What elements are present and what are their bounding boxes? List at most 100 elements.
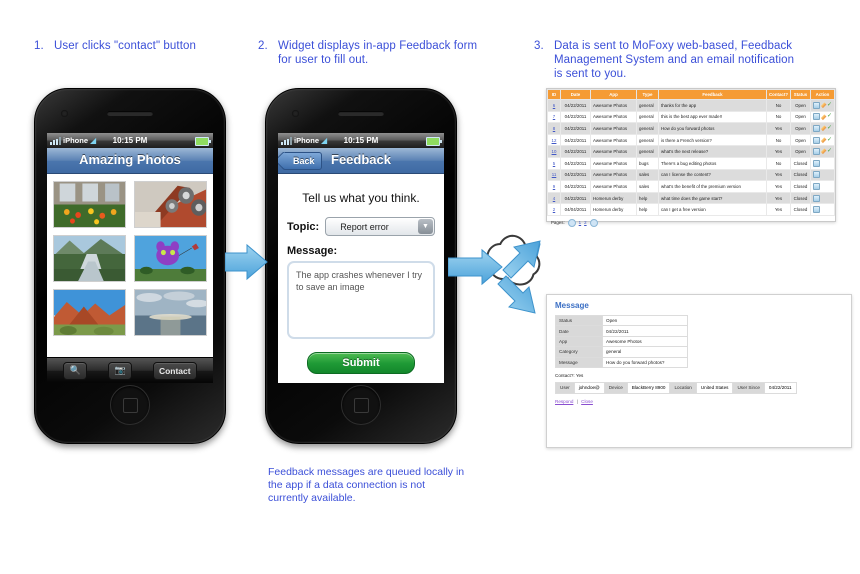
page-title: Amazing Photos (79, 152, 181, 167)
approve-icon[interactable]: ✓ (827, 102, 832, 108)
approve-icon[interactable]: ✓ (827, 137, 832, 143)
view-icon[interactable] (813, 171, 820, 179)
submit-button[interactable]: Submit (307, 352, 415, 374)
cell-id[interactable]: 5 (547, 156, 561, 170)
pagination-page-1[interactable]: 1 (579, 220, 581, 225)
cell-status: Closed (790, 168, 811, 182)
view-icon[interactable] (813, 124, 820, 132)
cell-date: 04/22/2011 (560, 122, 591, 135)
table-row[interactable]: 9 04/22/2011 Awesome Photos sales what's the… (547, 180, 835, 193)
approve-icon[interactable]: ✓ (827, 148, 832, 154)
view-icon[interactable] (813, 101, 820, 109)
cell-date: 04/22/2011 (560, 180, 591, 193)
cell-date: 04/22/2011 (560, 191, 591, 205)
cell-type: general (636, 110, 659, 124)
view-icon[interactable] (813, 113, 820, 121)
edit-icon[interactable] (820, 114, 826, 120)
table-row[interactable]: 6 04/22/2011 Awesome Photos general thanks f… (547, 99, 835, 112)
edit-icon[interactable] (820, 126, 826, 131)
feedback-table: ID Date App Type Feedback Contact? Statu… (547, 89, 835, 216)
photo-thumbnail[interactable] (53, 181, 126, 228)
photo-thumbnail[interactable] (53, 235, 126, 282)
topic-select[interactable]: Report error ▼ (325, 217, 435, 236)
cell-status: Closed (790, 180, 811, 193)
location-label: Location (670, 382, 697, 393)
user-info-strip: User johndoe@ Device BlackBerry 8900 Loc… (555, 381, 797, 394)
message-detail-panel: Message Status Open Date 04/22/2011 App Aweso… (546, 294, 852, 448)
pagination-prev[interactable] (567, 218, 576, 227)
phone-1: iPhone ◢ 10:15 PM Amazing Photos 🔍 📷 Con… (34, 88, 226, 444)
close-link[interactable]: Close (581, 399, 593, 404)
feedback-management-table-panel: ID Date App Type Feedback Contact? Statu… (546, 88, 836, 227)
approve-icon[interactable]: ✓ (827, 125, 832, 131)
cell-id[interactable]: 6 (547, 99, 561, 112)
respond-link[interactable]: Respond (555, 399, 573, 404)
cell-app: Awesome Photos (590, 145, 637, 158)
pagination-page-2[interactable]: 2 (584, 220, 586, 225)
cell-date: 04/22/2011 (560, 133, 591, 147)
photo-thumbnail[interactable] (53, 289, 126, 336)
home-button[interactable] (341, 385, 381, 425)
cell-app: Awesome Photos (590, 156, 637, 170)
cell-id[interactable]: 12 (547, 133, 561, 147)
detail-value: Open (602, 314, 688, 327)
cell-contact: No (766, 133, 791, 147)
pagination-next[interactable] (589, 218, 598, 227)
cell-id[interactable]: 8 (547, 122, 561, 135)
cell-type: help (636, 203, 659, 216)
bottom-toolbar: 🔍 📷 Contact (47, 357, 213, 383)
table-row[interactable]: 2 04/04/2011 Homerun derby help can I get a … (547, 203, 835, 216)
table-row[interactable]: 4 04/22/2011 Homerun derby help what time do… (547, 191, 835, 205)
cell-contact: No (766, 156, 791, 170)
approve-icon[interactable]: ✓ (827, 113, 832, 119)
view-icon[interactable] (813, 206, 820, 214)
step-2-text: Widget displays in-app Feedback form for… (278, 40, 478, 66)
edit-icon[interactable] (820, 102, 826, 108)
cell-app: Awesome Photos (590, 133, 637, 147)
cell-id[interactable]: 2 (547, 203, 561, 216)
cell-id[interactable]: 9 (547, 180, 561, 193)
cell-id[interactable]: 10 (547, 145, 561, 158)
detail-key: App (555, 335, 603, 348)
table-row[interactable]: 8 04/22/2011 Awesome Photos general How do y… (547, 122, 835, 135)
view-icon[interactable] (813, 159, 820, 167)
photo-thumbnail[interactable] (134, 289, 207, 336)
col-status: Status (790, 89, 811, 100)
col-app: App (590, 89, 637, 100)
cell-action: ✓ (810, 99, 835, 112)
step-1-text: User clicks "contact" button (54, 40, 196, 52)
cell-contact: Yes (766, 191, 791, 205)
message-input[interactable]: The app crashes whenever I try to save a… (287, 261, 435, 339)
table-row[interactable]: 7 04/22/2011 Awesome Photos general this is … (547, 110, 835, 124)
cell-action (810, 203, 835, 216)
table-row[interactable]: 12 04/22/2011 Awesome Photos general is ther… (547, 133, 835, 147)
home-button[interactable] (110, 385, 150, 425)
view-icon[interactable] (813, 136, 820, 144)
topic-row: Topic: Report error ▼ (287, 217, 435, 236)
cell-app: Awesome Photos (590, 180, 637, 193)
cell-app: Awesome Photos (590, 122, 637, 135)
search-icon[interactable]: 🔍 (63, 361, 88, 380)
camera-icon[interactable]: 📷 (108, 361, 133, 380)
topic-selected-value: Report error (340, 221, 389, 232)
cell-action: ✓ (810, 122, 835, 135)
photo-thumbnail[interactable] (134, 235, 207, 282)
cell-id[interactable]: 7 (547, 110, 561, 124)
contact-button[interactable]: Contact (152, 361, 197, 380)
signal-bars-icon (50, 136, 61, 145)
edit-icon[interactable] (820, 137, 826, 143)
view-icon[interactable] (813, 148, 820, 156)
view-icon[interactable] (813, 194, 820, 202)
table-row[interactable]: 5 04/22/2011 Awesome Photos bugs There's a b… (547, 156, 835, 170)
carrier-label: iPhone (63, 136, 89, 145)
cell-id[interactable]: 4 (547, 191, 561, 205)
detail-row: Status Open (555, 314, 688, 327)
cell-id[interactable]: 11 (547, 168, 561, 182)
detail-key: Date (555, 325, 603, 337)
table-row[interactable]: 11 04/22/2011 Awesome Photos sales can I lic… (547, 168, 835, 182)
photo-thumbnail[interactable] (134, 181, 207, 228)
user-value: johndoe@ (575, 382, 605, 393)
view-icon[interactable] (813, 182, 820, 190)
table-row[interactable]: 10 04/22/2011 Awesome Photos general what's … (547, 145, 835, 158)
edit-icon[interactable] (820, 149, 826, 155)
